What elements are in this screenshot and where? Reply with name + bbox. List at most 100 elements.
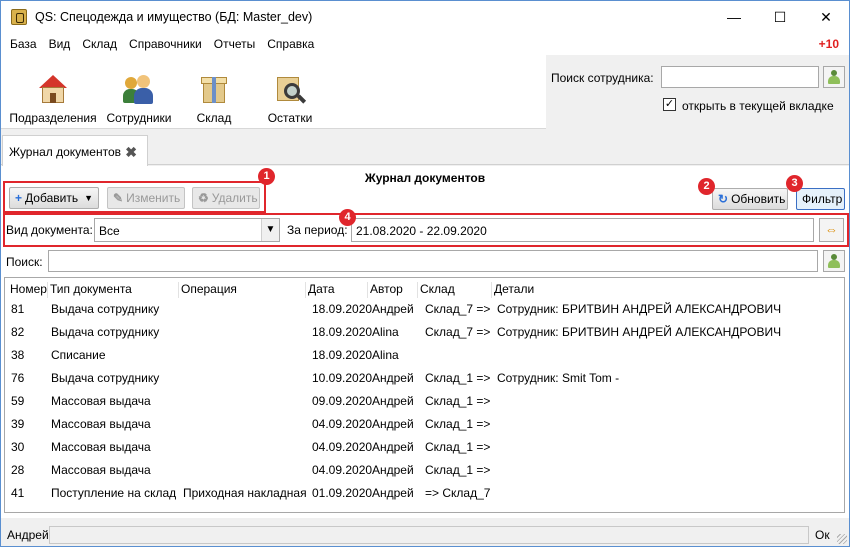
cell-date: 01.09.2020 xyxy=(312,486,373,500)
cell-warehouse: Склад_1 => xyxy=(425,394,491,408)
status-message xyxy=(49,526,809,544)
search-input[interactable] xyxy=(48,250,818,272)
column-header-operation[interactable]: Операция xyxy=(178,282,237,298)
status-state: Ок xyxy=(815,528,830,542)
menu-item-help[interactable]: Справка xyxy=(261,37,320,51)
cell-doc-type: Массовая выдача xyxy=(51,394,151,408)
departments-label: Подразделения xyxy=(9,111,97,125)
cell-doc-type: Массовая выдача xyxy=(51,417,151,431)
table-row[interactable]: 81 Выдача сотруднику 18.09.2020 Андрей Склад… xyxy=(5,298,844,321)
column-header-warehouse[interactable]: Склад xyxy=(417,282,455,298)
refresh-button[interactable]: ↻ Обновить xyxy=(712,188,788,210)
table-row[interactable]: 59 Массовая выдача 09.09.2020 Андрей Склад_1… xyxy=(5,390,844,413)
table-row[interactable]: 38 Списание 18.09.2020 Alina xyxy=(5,344,844,367)
cell-doc-type: Поступление на склад xyxy=(51,486,177,500)
window-controls: — ☐ ✕ xyxy=(711,1,849,33)
table-row[interactable]: 28 Массовая выдача 04.09.2020 Андрей Склад_1… xyxy=(5,459,844,482)
employee-search-input[interactable] xyxy=(661,66,819,88)
cell-date: 18.09.2020 xyxy=(312,348,373,362)
cell-number: 38 xyxy=(11,348,25,362)
table-row[interactable]: 41 Поступление на склад Приходная накладна… xyxy=(5,482,844,505)
employee-search-button[interactable] xyxy=(823,66,845,88)
cell-number: 82 xyxy=(11,325,25,339)
marker-1: 1 xyxy=(258,168,275,185)
cell-details: Сотрудник: БРИТВИН АНДРЕЙ АЛЕКСАНДРОВИЧ xyxy=(497,302,782,316)
stock-balance-button[interactable]: Остатки xyxy=(265,73,315,125)
cell-date: 04.09.2020 xyxy=(312,463,373,477)
tab-label: Журнал документов xyxy=(9,145,122,159)
user-search-icon xyxy=(828,254,840,268)
marker-3: 3 xyxy=(786,175,803,192)
house-icon xyxy=(37,73,69,105)
cell-operation: Приходная накладная xyxy=(183,486,307,500)
people-icon xyxy=(123,73,155,105)
cell-author: Андрей xyxy=(372,394,414,408)
user-search-icon xyxy=(828,70,840,84)
filter-button[interactable]: Фильтр xyxy=(796,188,845,210)
main-toolbar: Подразделения Сотрудники Склад Остатки xyxy=(1,55,546,129)
employees-button[interactable]: Сотрудники xyxy=(103,73,175,125)
column-header-date[interactable]: Дата xyxy=(305,282,335,298)
search-button[interactable] xyxy=(823,250,845,272)
cell-details: Сотрудник: Smit Tom - xyxy=(497,371,620,385)
cell-author: Андрей xyxy=(372,486,414,500)
refresh-icon: ↻ xyxy=(718,192,729,206)
menu-item-view[interactable]: Вид xyxy=(43,37,77,51)
refresh-label: Обновить xyxy=(731,192,786,206)
departments-button[interactable]: Подразделения xyxy=(9,73,97,125)
filter-label: Фильтр xyxy=(802,192,843,206)
cell-warehouse: Склад_1 => xyxy=(425,417,491,431)
cell-date: 04.09.2020 xyxy=(312,440,373,454)
open-in-tab-checkbox[interactable]: ✓ xyxy=(663,98,676,111)
search-label: Поиск: xyxy=(6,255,43,269)
column-header-author[interactable]: Автор xyxy=(367,282,403,298)
cell-author: Alina xyxy=(372,325,399,339)
magnifier-box-icon xyxy=(274,73,307,105)
cell-warehouse: => Склад_7 xyxy=(425,486,491,500)
cell-warehouse: Склад_7 => xyxy=(425,302,491,316)
updates-badge[interactable]: +10 xyxy=(819,37,839,51)
marker-4: 4 xyxy=(339,209,356,226)
cell-warehouse: Склад_1 => xyxy=(425,440,491,454)
close-tab-icon[interactable]: ✖ xyxy=(125,144,137,161)
status-bar: Андрей Ок xyxy=(1,524,849,546)
table-row[interactable]: 39 Массовая выдача 04.09.2020 Андрей Склад_1… xyxy=(5,413,844,436)
resize-grip[interactable] xyxy=(837,534,847,544)
column-header-doc-type[interactable]: Тип документа xyxy=(47,282,132,298)
cell-author: Андрей xyxy=(372,302,414,316)
cell-author: Андрей xyxy=(372,440,414,454)
main-window: QS: Спецодежда и имущество (БД: Master_d… xyxy=(0,0,850,547)
menu-bar: База Вид Склад Справочники Отчеты Справк… xyxy=(1,33,849,55)
warehouse-label: Склад xyxy=(196,111,232,125)
table-row[interactable]: 30 Массовая выдача 04.09.2020 Андрей Склад_1… xyxy=(5,436,844,459)
cell-date: 09.09.2020 xyxy=(312,394,373,408)
maximize-icon[interactable]: ☐ xyxy=(757,1,803,33)
cell-details: Сотрудник: БРИТВИН АНДРЕЙ АЛЕКСАНДРОВИЧ xyxy=(497,325,782,339)
table-row[interactable]: 76 Выдача сотруднику 10.09.2020 Андрей Склад… xyxy=(5,367,844,390)
minimize-icon[interactable]: — xyxy=(711,1,757,33)
cell-author: Андрей xyxy=(372,417,414,431)
cell-author: Андрей xyxy=(372,371,414,385)
status-user: Андрей xyxy=(7,528,49,542)
warehouse-button[interactable]: Склад xyxy=(189,73,239,125)
menu-item-reports[interactable]: Отчеты xyxy=(208,37,261,51)
close-icon[interactable]: ✕ xyxy=(803,1,849,33)
app-lock-icon xyxy=(11,9,27,25)
column-header-number[interactable]: Номер xyxy=(8,282,47,298)
column-header-details[interactable]: Детали xyxy=(491,282,534,298)
marker-2: 2 xyxy=(698,178,715,195)
menu-item-warehouse[interactable]: Склад xyxy=(76,37,123,51)
menu-item-directories[interactable]: Справочники xyxy=(123,37,208,51)
tab-document-journal[interactable]: Журнал документов ✖ xyxy=(2,135,148,166)
cell-number: 41 xyxy=(11,486,25,500)
window-title: QS: Спецодежда и имущество (БД: Master_d… xyxy=(35,10,313,24)
cell-number: 81 xyxy=(11,302,25,316)
cell-author: Alina xyxy=(372,348,399,362)
cell-number: 76 xyxy=(11,371,25,385)
cell-warehouse: Склад_1 => xyxy=(425,463,491,477)
table-row[interactable]: 82 Выдача сотруднику 18.09.2020 Alina Склад_… xyxy=(5,321,844,344)
tab-bar: Журнал документов ✖ xyxy=(1,135,849,166)
cell-warehouse: Склад_1 => xyxy=(425,371,491,385)
cell-author: Андрей xyxy=(372,463,414,477)
menu-item-database[interactable]: База xyxy=(1,37,43,51)
